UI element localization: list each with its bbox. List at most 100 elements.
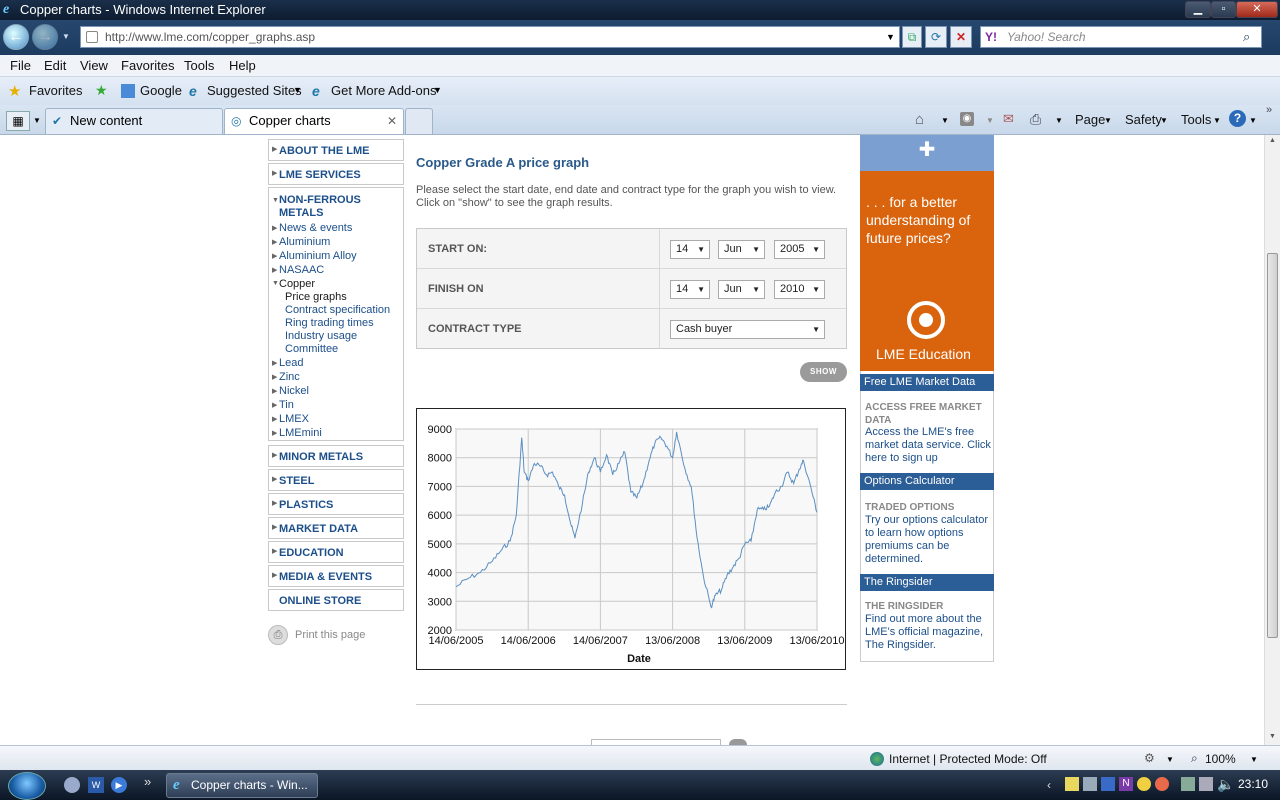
page-menu-dropdown-icon[interactable]: ▼: [1104, 116, 1112, 125]
scroll-thumb[interactable]: [1267, 253, 1278, 638]
nav-label[interactable]: MEDIA & EVENTS: [279, 571, 372, 583]
tools-menu-dropdown-icon[interactable]: ▼: [1213, 116, 1221, 125]
address-dropdown-icon[interactable]: ▼: [886, 32, 895, 42]
nav-market-data[interactable]: ▶ MARKET DATA: [268, 517, 404, 539]
home-dropdown-icon[interactable]: ▼: [941, 116, 949, 125]
suggested-dropdown-icon[interactable]: ▼: [293, 85, 302, 95]
taskbar-ie-window[interactable]: e Copper charts - Win...: [166, 773, 318, 798]
nav-services[interactable]: ▶ LME SERVICES: [268, 163, 404, 185]
nav-contract-specification[interactable]: Contract specification: [285, 304, 390, 316]
nav-news-events[interactable]: News & events: [279, 222, 352, 234]
tray-notes-icon[interactable]: [1065, 777, 1079, 791]
nav-label[interactable]: EDUCATION: [279, 547, 344, 559]
compatibility-icon[interactable]: ⧉: [902, 26, 922, 48]
nav-aluminium[interactable]: Aluminium: [279, 236, 330, 248]
search-input[interactable]: Y! Yahoo! Search ⌕: [980, 26, 1262, 48]
nav-committee[interactable]: Committee: [285, 343, 338, 355]
security-zone[interactable]: Internet | Protected Mode: Off: [889, 752, 1047, 766]
new-tab-button[interactable]: [405, 108, 433, 134]
zoom-dropdown-icon[interactable]: ▼: [1250, 755, 1258, 764]
nav-lead[interactable]: Lead: [279, 357, 303, 369]
market-data-heading[interactable]: Free LME Market Data: [860, 374, 994, 391]
nav-nasaac[interactable]: NASAAC: [279, 264, 324, 276]
tray-expand-icon[interactable]: ‹: [1047, 778, 1051, 792]
ringsider-heading[interactable]: The Ringsider: [860, 574, 994, 591]
zoom-level[interactable]: 100%: [1205, 752, 1236, 766]
favorites-button[interactable]: Favorites: [29, 83, 82, 98]
nav-aluminium-alloy[interactable]: Aluminium Alloy: [279, 250, 357, 262]
nav-label[interactable]: METALS: [279, 207, 323, 219]
nav-plastics[interactable]: ▶ PLASTICS: [268, 493, 404, 515]
menu-edit[interactable]: Edit: [44, 58, 66, 73]
protected-mode-icon[interactable]: ⚙: [1144, 751, 1155, 765]
tab-copper-charts[interactable]: ◎ Copper charts ✕: [224, 108, 404, 134]
nav-copper[interactable]: Copper: [279, 278, 315, 290]
scroll-down-icon[interactable]: ▼: [1269, 733, 1276, 740]
nav-label[interactable]: PLASTICS: [279, 499, 333, 511]
address-url[interactable]: http://www.lme.com/copper_graphs.asp: [105, 30, 315, 44]
nav-nickel[interactable]: Nickel: [279, 385, 309, 397]
finish-day-select[interactable]: 14 ▼: [670, 280, 710, 299]
finish-month-select[interactable]: Jun ▼: [718, 280, 765, 299]
start-day-select[interactable]: 14 ▼: [670, 240, 710, 259]
stop-icon[interactable]: ✕: [950, 26, 972, 48]
close-button[interactable]: ✕: [1236, 1, 1278, 18]
forward-button[interactable]: →: [32, 24, 58, 50]
feeds-dropdown-icon[interactable]: ▼: [986, 116, 994, 125]
nav-price-graphs[interactable]: Price graphs: [285, 291, 347, 303]
google-link[interactable]: Google: [140, 83, 182, 98]
quicklaunch-app-icon[interactable]: W: [88, 777, 104, 793]
tab-close-icon[interactable]: ✕: [387, 109, 397, 133]
search-icon[interactable]: ⌕: [1243, 29, 1250, 45]
start-button[interactable]: [8, 772, 46, 800]
help-icon[interactable]: ?: [1229, 110, 1246, 127]
quicklaunch-more-icon[interactable]: »: [144, 774, 151, 789]
refresh-icon[interactable]: ⟳: [925, 26, 947, 48]
suggested-sites-link[interactable]: Suggested Sites: [207, 83, 302, 98]
mail-icon[interactable]: ✉: [1003, 111, 1014, 127]
scroll-up-icon[interactable]: ▲: [1269, 137, 1276, 144]
nav-online-store[interactable]: ONLINE STORE: [268, 589, 404, 611]
nav-label[interactable]: ABOUT THE LME: [279, 145, 369, 157]
nav-label[interactable]: MINOR METALS: [279, 451, 363, 463]
nav-about[interactable]: ▶ ABOUT THE LME: [268, 139, 404, 161]
print-icon[interactable]: ⎙: [1030, 111, 1041, 128]
feeds-icon[interactable]: ◉: [960, 112, 974, 126]
address-bar[interactable]: http://www.lme.com/copper_graphs.asp ▼: [80, 26, 900, 48]
tab-new-content[interactable]: ✔ New content: [45, 108, 223, 134]
add-favorite-icon[interactable]: ★: [95, 82, 108, 99]
menu-help[interactable]: Help: [229, 58, 256, 73]
addons-dropdown-icon[interactable]: ▼: [433, 85, 442, 95]
get-addons-link[interactable]: Get More Add-ons: [331, 83, 437, 98]
vertical-scrollbar[interactable]: ▲ ▼: [1264, 135, 1280, 745]
tools-menu[interactable]: Tools: [1181, 112, 1211, 127]
menu-favorites[interactable]: Favorites: [121, 58, 174, 73]
maximize-button[interactable]: ▫: [1211, 1, 1236, 18]
nav-ring-trading-times[interactable]: Ring trading times: [285, 317, 374, 329]
nav-tin[interactable]: Tin: [279, 399, 294, 411]
page-menu[interactable]: Page: [1075, 112, 1105, 127]
minimize-button[interactable]: ▁: [1185, 1, 1211, 18]
print-dropdown-icon[interactable]: ▼: [1055, 116, 1063, 125]
protected-dropdown-icon[interactable]: ▼: [1166, 755, 1174, 764]
nav-label[interactable]: MARKET DATA: [279, 523, 358, 535]
options-calculator-heading[interactable]: Options Calculator: [860, 473, 994, 490]
menu-view[interactable]: View: [80, 58, 108, 73]
market-data-text[interactable]: Access the LME's free market data servic…: [865, 426, 993, 465]
back-button[interactable]: ←: [3, 24, 29, 50]
tray-monitor-icon[interactable]: [1199, 777, 1213, 791]
chevron-more-icon[interactable]: »: [1266, 104, 1272, 116]
tray-volume-icon[interactable]: 🔈: [1217, 776, 1234, 793]
nav-label[interactable]: LME SERVICES: [279, 169, 361, 181]
quick-tabs-icon[interactable]: ▦: [6, 111, 30, 131]
nav-education[interactable]: ▶ EDUCATION: [268, 541, 404, 563]
ringsider-text[interactable]: Find out more about the LME's official m…: [865, 613, 993, 652]
education-ad[interactable]: . . . for a better understanding of futu…: [860, 171, 994, 371]
show-button[interactable]: SHOW: [800, 362, 847, 382]
tray-onenote-icon[interactable]: N: [1119, 777, 1133, 791]
contract-type-select[interactable]: Cash buyer ▼: [670, 320, 825, 339]
nav-zinc[interactable]: Zinc: [279, 371, 300, 383]
nav-minor-metals[interactable]: ▶ MINOR METALS: [268, 445, 404, 467]
nav-label[interactable]: ONLINE STORE: [279, 595, 361, 607]
options-text[interactable]: Try our options calculator to learn how …: [865, 514, 993, 566]
